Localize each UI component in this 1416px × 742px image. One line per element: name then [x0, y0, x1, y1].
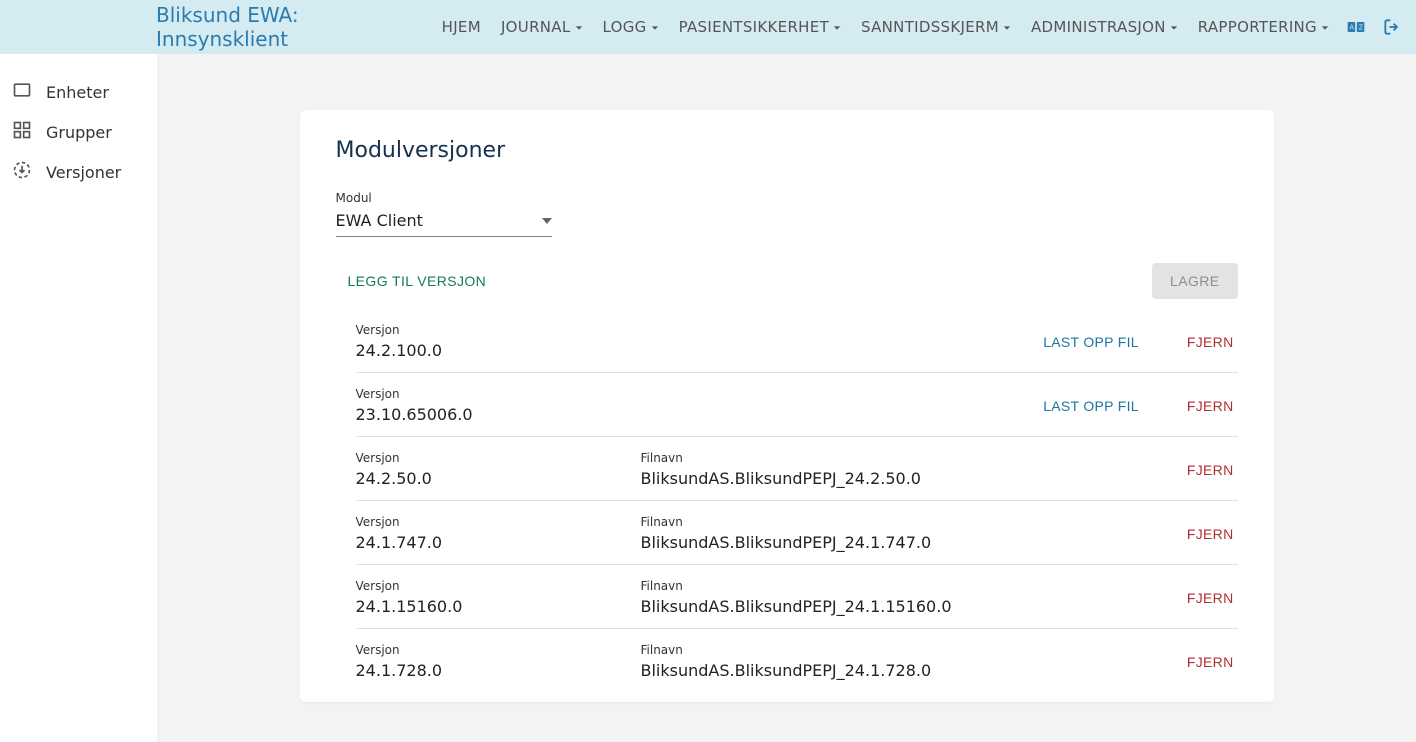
module-versions-card: Modulversjoner Modul EWA Client LEGG TIL… — [300, 110, 1274, 702]
version-value: 23.10.65006.0 — [356, 405, 641, 424]
grid-icon — [12, 120, 32, 144]
remove-button[interactable]: FJERN — [1183, 584, 1238, 612]
svg-text:Z: Z — [1359, 24, 1364, 32]
language-icon[interactable]: AZ — [1346, 17, 1366, 37]
version-label: Versjon — [356, 451, 641, 465]
sidebar-item-versjoner[interactable]: Versjoner — [0, 152, 157, 192]
version-row: Versjon 23.10.65006.0 LAST OPP FIL FJERN — [356, 373, 1238, 437]
header-actions: AZ — [1346, 17, 1402, 37]
remove-button[interactable]: FJERN — [1183, 648, 1238, 676]
sidebar-item-enheter[interactable]: Enheter — [0, 72, 157, 112]
version-label: Versjon — [356, 323, 641, 337]
remove-button[interactable]: FJERN — [1183, 392, 1238, 420]
header: Bliksund EWA: Innsynsklient HJEM JOURNAL L… — [0, 0, 1416, 54]
remove-button[interactable]: FJERN — [1183, 456, 1238, 484]
version-row: Versjon 24.1.728.0Filnavn BliksundAS.Bliks… — [356, 629, 1238, 692]
chevron-down-icon — [651, 18, 659, 36]
version-row: Versjon 24.2.50.0Filnavn BliksundAS.Bliksu… — [356, 437, 1238, 501]
nav: HJEM JOURNAL LOGG PASIENTSIKKERHET SANNTIDSS… — [433, 12, 1338, 42]
version-cell: Versjon 24.1.15160.0 — [356, 579, 641, 616]
version-list: Versjon24.2.100.0LAST OPP FILFJERNVersjo… — [356, 309, 1238, 692]
filename-cell: Filnavn BliksundAS.BliksundPEPJ_24.2.50.0 — [641, 451, 1183, 488]
toolbar: LEGG TIL VERSJON LAGRE — [336, 263, 1238, 299]
chevron-down-icon — [542, 211, 552, 230]
nav-item-label: ADMINISTRASJON — [1031, 18, 1166, 36]
version-cell: Versjon 24.2.100.0 — [356, 323, 641, 360]
upload-file-button[interactable]: LAST OPP FIL — [1039, 392, 1143, 420]
remove-button[interactable]: FJERN — [1183, 520, 1238, 548]
version-row: Versjon 24.1.15160.0Filnavn BliksundAS.Bli… — [356, 565, 1238, 629]
version-cell: Versjon 24.1.728.0 — [356, 643, 641, 680]
filename-value: BliksundAS.BliksundPEPJ_24.1.728.0 — [641, 661, 1183, 680]
chevron-down-icon — [575, 18, 583, 36]
row-actions: LAST OPP FIL FJERN — [1039, 328, 1237, 356]
svg-text:A: A — [1349, 24, 1354, 32]
download-circle-icon — [12, 160, 32, 184]
chevron-down-icon — [833, 18, 841, 36]
upload-file-button[interactable]: LAST OPP FIL — [1039, 328, 1143, 356]
tablet-icon — [12, 80, 32, 104]
filename-value: BliksundAS.BliksundPEPJ_24.1.747.0 — [641, 533, 1183, 552]
nav-item-label: HJEM — [442, 18, 481, 36]
nav-item-label: LOGG — [603, 18, 647, 36]
nav-item-administrasjon[interactable]: ADMINISTRASJON — [1022, 12, 1187, 42]
version-label: Versjon — [356, 387, 641, 401]
sidebar: Enheter Grupper Versjoner — [0, 54, 157, 742]
version-label: Versjon — [356, 643, 641, 657]
filename-value: BliksundAS.BliksundPEPJ_24.2.50.0 — [641, 469, 1183, 488]
nav-item-pasientsikkerhet[interactable]: PASIENTSIKKERHET — [670, 12, 850, 42]
chevron-down-icon — [1170, 18, 1178, 36]
nav-item-journal[interactable]: JOURNAL — [492, 12, 592, 42]
version-label: Versjon — [356, 579, 641, 593]
filename-label: Filnavn — [641, 643, 1183, 657]
sidebar-item-label: Enheter — [46, 83, 109, 102]
filename-cell: Filnavn BliksundAS.BliksundPEPJ_24.1.728.… — [641, 643, 1183, 680]
nav-item-label: RAPPORTERING — [1198, 18, 1317, 36]
page-title: Modulversjoner — [336, 138, 1238, 163]
filename-label: Filnavn — [641, 579, 1183, 593]
module-select-value: EWA Client — [336, 211, 423, 230]
version-cell: Versjon 23.10.65006.0 — [356, 387, 641, 424]
main: Modulversjoner Modul EWA Client LEGG TIL… — [157, 54, 1416, 742]
sidebar-item-label: Versjoner — [46, 163, 121, 182]
version-value: 24.1.747.0 — [356, 533, 641, 552]
chevron-down-icon — [1321, 18, 1329, 36]
nav-item-sanntidsskjerm[interactable]: SANNTIDSSKJERM — [852, 12, 1020, 42]
version-cell: Versjon 24.2.50.0 — [356, 451, 641, 488]
app-brand[interactable]: Bliksund EWA: Innsynsklient — [156, 3, 411, 51]
version-value: 24.1.15160.0 — [356, 597, 641, 616]
version-cell: Versjon 24.1.747.0 — [356, 515, 641, 552]
filename-cell: Filnavn BliksundAS.BliksundPEPJ_24.1.1516… — [641, 579, 1183, 616]
row-actions: LAST OPP FIL FJERN — [1039, 392, 1237, 420]
nav-item-rapportering[interactable]: RAPPORTERING — [1189, 12, 1338, 42]
add-version-button[interactable]: LEGG TIL VERSJON — [336, 265, 499, 297]
row-actions: FJERN — [1183, 648, 1238, 676]
logout-icon[interactable] — [1382, 17, 1402, 37]
version-value: 24.2.50.0 — [356, 469, 641, 488]
row-actions: FJERN — [1183, 520, 1238, 548]
filename-cell: Filnavn BliksundAS.BliksundPEPJ_24.1.747.… — [641, 515, 1183, 552]
filename-value: BliksundAS.BliksundPEPJ_24.1.15160.0 — [641, 597, 1183, 616]
version-row: Versjon 24.1.747.0Filnavn BliksundAS.Bliks… — [356, 501, 1238, 565]
nav-item-hjem[interactable]: HJEM — [433, 12, 490, 42]
sidebar-item-label: Grupper — [46, 123, 112, 142]
version-label: Versjon — [356, 515, 641, 529]
filename-label: Filnavn — [641, 515, 1183, 529]
remove-button[interactable]: FJERN — [1183, 328, 1238, 356]
version-value: 24.2.100.0 — [356, 341, 641, 360]
chevron-down-icon — [1003, 18, 1011, 36]
row-actions: FJERN — [1183, 584, 1238, 612]
version-value: 24.1.728.0 — [356, 661, 641, 680]
version-row: Versjon 24.2.100.0 LAST OPP FIL FJERN — [356, 309, 1238, 373]
module-label: Modul — [336, 191, 1238, 205]
nav-item-label: JOURNAL — [501, 18, 571, 36]
nav-item-label: PASIENTSIKKERHET — [679, 18, 829, 36]
nav-item-label: SANNTIDSSKJERM — [861, 18, 999, 36]
save-button[interactable]: LAGRE — [1152, 263, 1237, 299]
row-actions: FJERN — [1183, 456, 1238, 484]
nav-item-logg[interactable]: LOGG — [594, 12, 668, 42]
module-select[interactable]: EWA Client — [336, 207, 552, 237]
filename-label: Filnavn — [641, 451, 1183, 465]
sidebar-item-grupper[interactable]: Grupper — [0, 112, 157, 152]
